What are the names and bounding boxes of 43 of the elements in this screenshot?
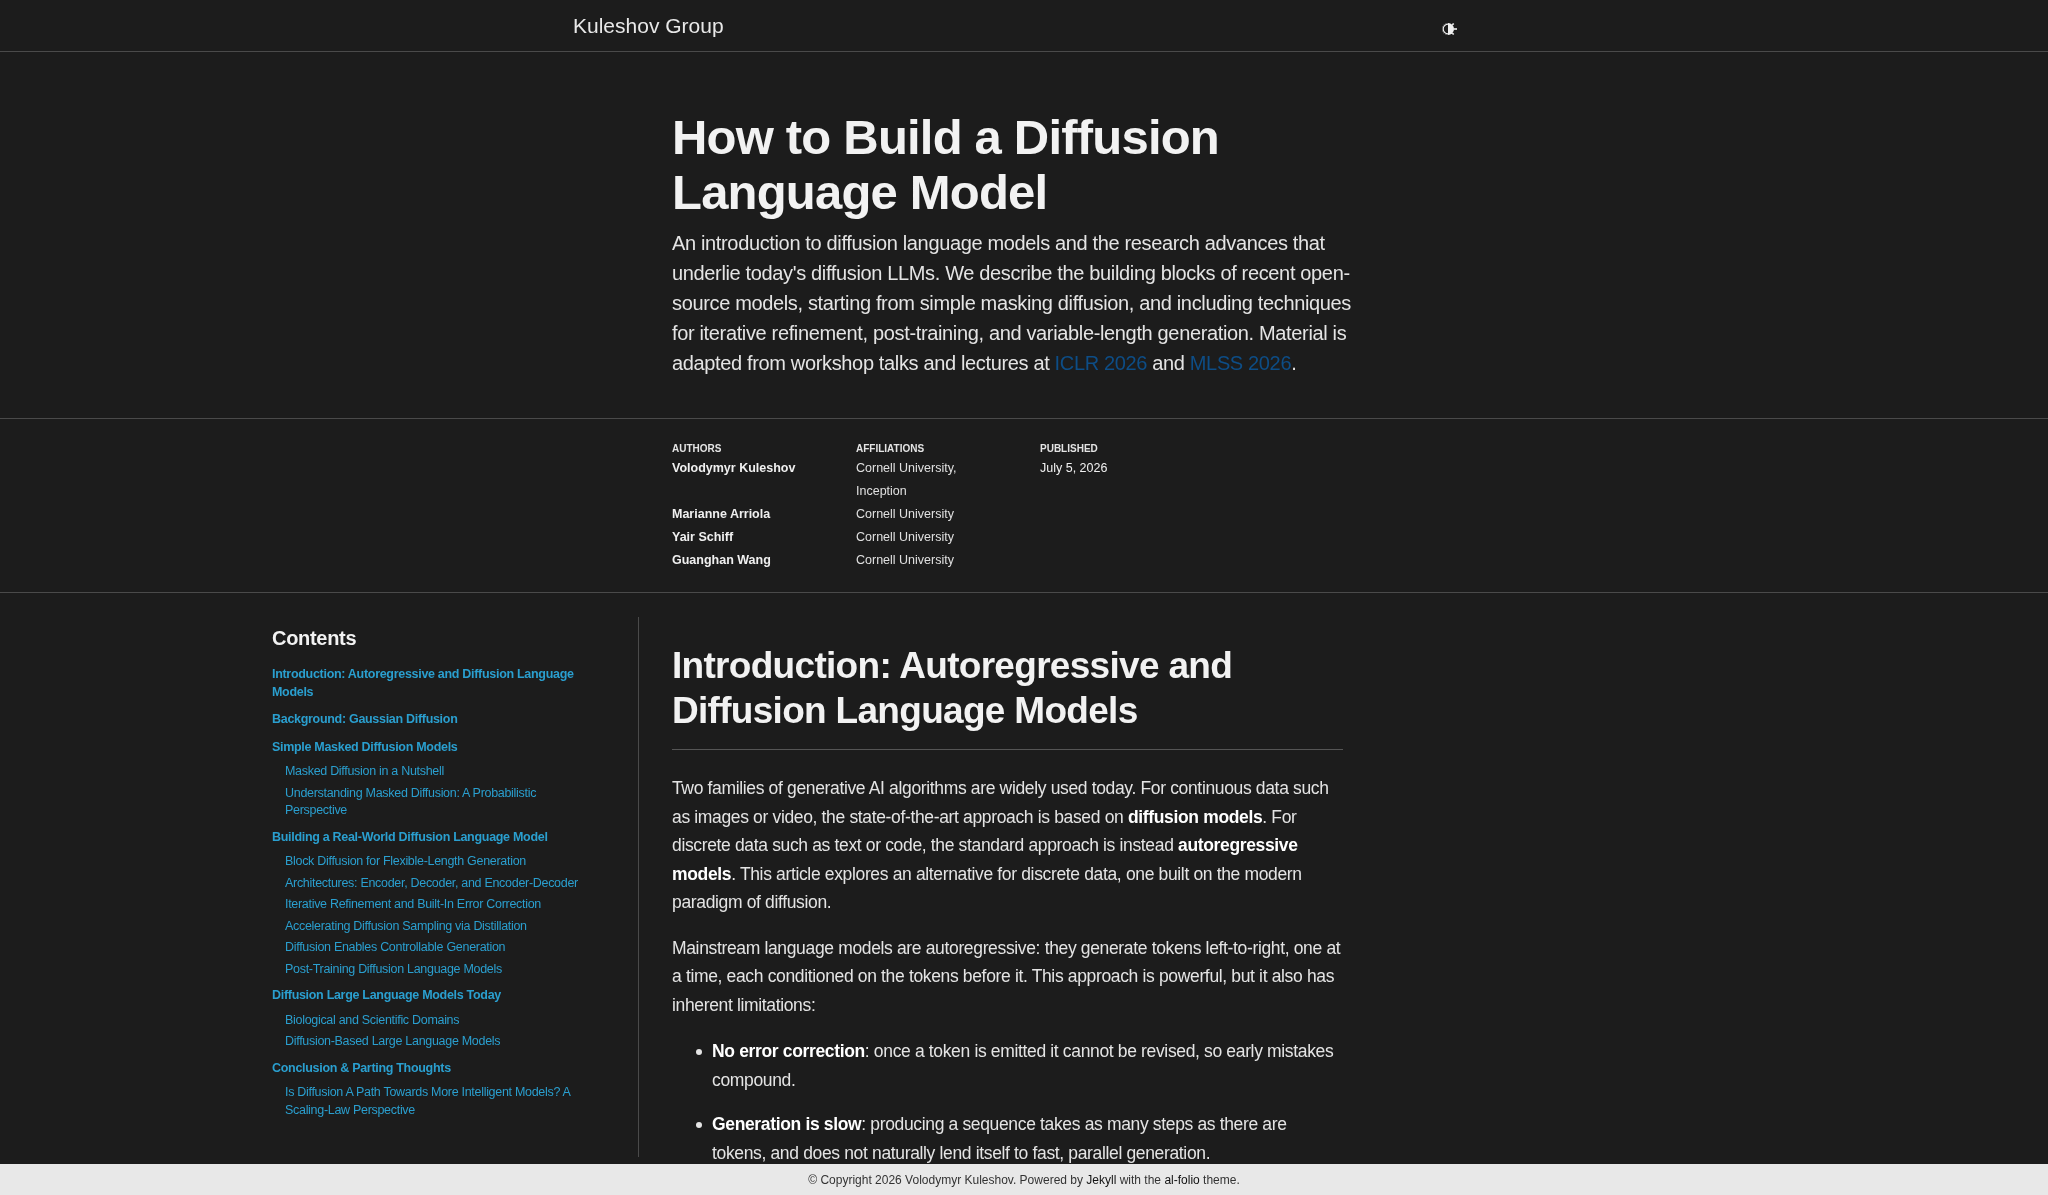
author-name: Marianne Arriola [672,506,772,523]
published-date: July 5, 2026 [1040,460,1109,477]
author-affiliation: Cornell University [856,529,955,546]
footer-link[interactable]: al-folio [1164,1172,1200,1187]
footer-link[interactable]: Jekyll [1086,1172,1117,1187]
contents-sublink[interactable]: Diffusion-Based Large Language Models [285,1033,595,1051]
contents-heading: Contents [272,627,358,650]
article-title: How to Build a Diffusion Language Model [672,110,1220,220]
site-title[interactable]: Kuleshov Group [573,13,724,38]
author-name: Guanghan Wang [672,552,772,569]
contents-sublink[interactable]: Understanding Masked Diffusion: A Probabilistic Perspective [285,784,595,820]
bullet-text: No error correction: once a token is emitted it cannot be revised, so early mistakes compound. [712,1040,1335,1092]
authors-label: AUTHORS [672,443,723,455]
contents-link[interactable]: Diffusion Large Language Models Today [272,987,592,1005]
contents-link[interactable]: Conclusion & Parting Thoughts [272,1059,592,1077]
affiliations-label: AFFILIATIONS [856,443,926,455]
contents-sublink[interactable]: Post-Training Diffusion Language Models [285,960,595,978]
contents-sublink[interactable]: Block Diffusion for Flexible-Length Generation [285,853,595,871]
author-affiliation: Cornell University [856,506,955,523]
footer-text: © Copyright 2026 Volodymyr Kuleshov. Powered by Jekyll with the al-folio theme. [808,1172,1240,1187]
published-label: PUBLISHED [1040,443,1099,455]
author-affiliation: Cornell University [856,552,955,569]
paragraph: Mainstream language models are autoregressive: they generate tokens left-to-right, one at a time, each conditioned on the tokens before it. This approach is powerful, but it also has inherent limitations: [672,936,1342,1017]
paragraph: Two families of generative AI algorithms are widely used today. For continuous data such as images or video, the state-of-the-art approach is based on diffusion models. For discrete data such as text or code, the standard approach is instead autoregressive models. This article explores an alternative for discrete data, one built on the modern paradigm of diffusion. [672,777,1330,914]
contents-sublink[interactable]: Masked Diffusion in a Nutshell [285,763,595,781]
bullet-icon [696,1049,702,1055]
contents-link[interactable]: Building a Real-World Diffusion Language Model [272,828,592,846]
bullet-icon [696,1122,702,1128]
section-heading: Introduction: Autoregressive and Diffusion Language Models [672,643,1343,750]
contents-sublink[interactable]: Architectures: Encoder, Decoder, and Encoder-Decoder [285,874,595,892]
author-affiliation: Cornell University, Inception [856,460,958,500]
contents-link[interactable]: Introduction: Autoregressive and Diffusion Language Models [272,666,592,701]
contents-sublink[interactable]: Iterative Refinement and Built-In Error Correction [285,896,595,914]
contents-link[interactable]: Simple Masked Diffusion Models [272,738,592,756]
author-name: Volodymyr Kuleshov [672,460,797,477]
contents-sublink[interactable]: Accelerating Diffusion Sampling via Distillation [285,917,595,935]
author-name: Yair Schiff [672,529,735,546]
bullet-text: Generation is slow: producing a sequence takes as many steps as there are tokens, and does not naturally lend itself to fast, parallel generation. [712,1113,1288,1165]
article-description: An introduction to diffusion language models and the research advances that underlie today's diffusion LLMs. We describe the building blocks of recent open-source models, starting from simple masking diffusion, and including techniques for iterative refinement, post-training, and variable-length generation. Material is adapted from workshop talks and lectures at ICLR 2026 and MLSS 2026. [672,231,1352,376]
contents-sublink[interactable]: Diffusion Enables Controllable Generation [285,939,595,957]
contents-link[interactable]: Background: Gaussian Diffusion [272,711,592,729]
contents-sublink[interactable]: Biological and Scientific Domains [285,1011,595,1029]
contents-sublink[interactable]: Is Diffusion A Path Towards More Intelligent Models? A Scaling-Law Perspective [285,1084,595,1119]
